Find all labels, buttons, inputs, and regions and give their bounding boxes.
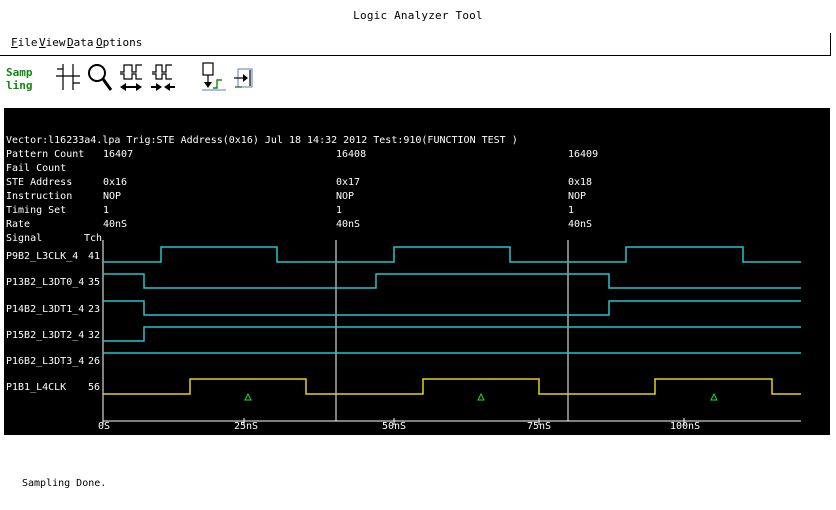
menu-file[interactable]: File — [11, 36, 38, 49]
strobe-marker-3 — [710, 392, 718, 401]
waveform-panel: Vector:l16233a4.lpa Trig:STE Address(0x1… — [4, 108, 830, 435]
waveform-canvas[interactable] — [4, 108, 830, 435]
window-title: Logic Analyzer Tool — [353, 9, 483, 22]
time-tick-100: 100nS — [670, 421, 701, 432]
toolbar: Samp ling — [0, 60, 836, 100]
goto-marker-icon[interactable] — [232, 60, 262, 96]
time-tick-50: 50nS — [382, 421, 407, 432]
menu-view[interactable]: View — [39, 36, 66, 49]
menu-options[interactable]: Options — [96, 36, 142, 49]
menu-data[interactable]: Data — [67, 36, 94, 49]
strobe-marker-1 — [244, 392, 252, 401]
shift-waveform-right-icon[interactable] — [150, 60, 180, 96]
strobe-marker-2 — [477, 392, 485, 401]
waveform-p13b2 — [103, 273, 801, 289]
waveform-p15b2 — [103, 326, 801, 342]
waveform-p9b2 — [103, 246, 801, 263]
time-tick-0: 0S — [98, 421, 111, 432]
zoom-magnifier-icon[interactable] — [86, 60, 116, 96]
shift-waveform-left-icon[interactable] — [118, 60, 148, 96]
waveform-p1b1 — [103, 378, 801, 395]
sampling-label-bottom: ling — [6, 79, 33, 92]
sampling-label-top: Samp — [6, 66, 33, 79]
time-tick-25: 25nS — [234, 421, 259, 432]
waveform-p14b2 — [103, 300, 801, 316]
menu-bar: File View Data Options — [0, 33, 831, 56]
time-tick-75: 75nS — [527, 421, 552, 432]
sampling-button[interactable]: Samp ling — [6, 66, 36, 92]
trigger-step-icon[interactable] — [200, 60, 230, 96]
status-message: Sampling Done. — [22, 478, 107, 489]
cursor-cross-icon[interactable] — [54, 60, 84, 96]
